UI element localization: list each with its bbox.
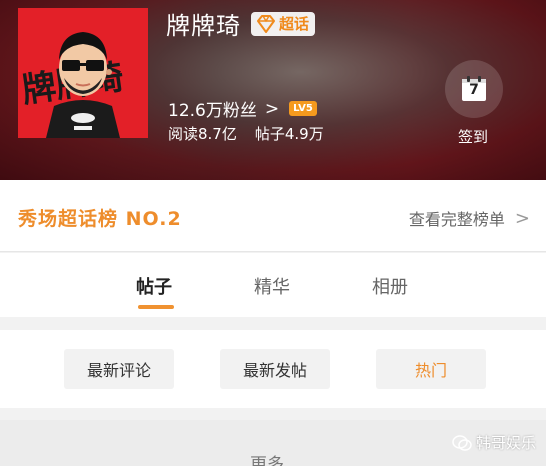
filter-latest-comments[interactable]: 最新评论 xyxy=(64,349,174,389)
calendar-icon: 7 xyxy=(461,76,487,102)
cartoon-avatar-illustration: 牌牌琦 xyxy=(18,8,148,138)
post-count: 帖子4.9万 xyxy=(254,125,324,143)
ranking-title: 秀场超话榜 NO.2 xyxy=(18,208,182,230)
super-topic-badge[interactable]: 超话 xyxy=(251,11,316,36)
topic-cover-image[interactable]: 牌牌琦 xyxy=(18,8,148,138)
fans-count: 12.6万粉丝 xyxy=(168,101,257,121)
chevron-right-icon: > xyxy=(264,98,280,119)
tab-posts[interactable]: 帖子 xyxy=(136,273,172,299)
tab-album[interactable]: 相册 xyxy=(372,273,408,299)
checkin-button[interactable]: 7 xyxy=(445,60,503,118)
watermark: 韩哥娱乐 xyxy=(452,432,536,453)
filter-latest-posts[interactable]: 最新发帖 xyxy=(220,349,330,389)
view-full-ranking-link[interactable]: 查看完整榜单 > xyxy=(409,206,530,230)
topic-title: 牌牌琦 xyxy=(166,12,241,40)
active-tab-indicator xyxy=(138,305,174,309)
diamond-icon xyxy=(257,14,275,33)
ranking-bar[interactable]: 秀场超话榜 NO.2 查看完整榜单 > xyxy=(0,180,546,252)
super-topic-label: 超话 xyxy=(279,15,310,33)
checkin-day: 7 xyxy=(469,82,479,98)
checkin-label[interactable]: 签到 xyxy=(458,126,488,147)
topic-stats: 阅读8.7亿 帖子4.9万 xyxy=(168,123,324,144)
view-full-ranking-label: 查看完整榜单 xyxy=(408,210,505,229)
chevron-right-icon: > xyxy=(514,207,530,229)
more-button[interactable]: 更多 xyxy=(250,450,284,466)
watermark-text: 韩哥娱乐 xyxy=(476,434,537,452)
sort-filters: 最新评论 最新发帖 热门 xyxy=(0,330,546,408)
read-count: 阅读8.7亿 xyxy=(168,125,237,143)
wechat-icon xyxy=(452,434,472,451)
topic-title-row: 牌牌琦 超话 xyxy=(166,6,316,41)
tab-featured[interactable]: 精华 xyxy=(254,273,290,299)
fans-link[interactable]: 12.6万粉丝 > LV5 xyxy=(168,96,317,121)
filter-hot[interactable]: 热门 xyxy=(376,349,486,389)
content-tabs: 帖子 精华 相册 xyxy=(0,253,546,317)
level-badge: LV5 xyxy=(289,101,317,116)
super-topic-header: 牌牌琦 牌牌琦 超话 xyxy=(0,0,546,180)
